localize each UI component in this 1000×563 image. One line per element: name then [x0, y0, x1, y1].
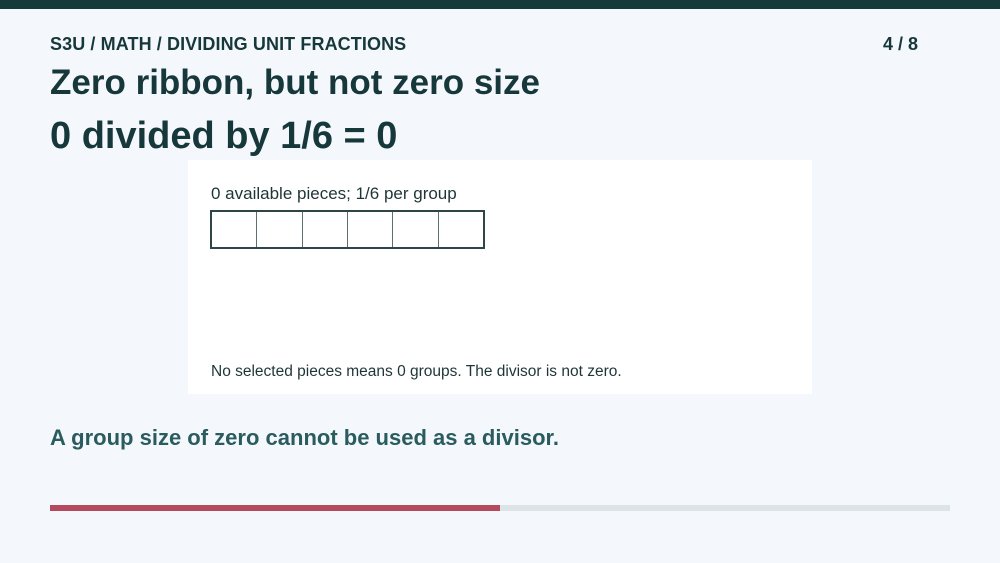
- ribbon-cell[interactable]: [212, 212, 258, 247]
- takeaway-text: A group size of zero cannot be used as a…: [50, 425, 559, 450]
- ribbon-caption: 0 available pieces; 1/6 per group: [211, 184, 457, 203]
- progress-bar: [50, 505, 950, 511]
- breadcrumb: S3U / MATH / DIVIDING UNIT FRACTIONS: [50, 34, 407, 54]
- slide-title: Zero ribbon, but not zero size: [50, 63, 540, 102]
- ribbon-card: 0 available pieces; 1/6 per group No sel…: [188, 160, 812, 394]
- equation: 0 divided by 1/6 = 0: [50, 115, 398, 157]
- ribbon-cell[interactable]: [257, 212, 303, 247]
- top-bar: [0, 0, 1000, 9]
- page-counter: 4 / 8: [882, 34, 918, 54]
- progress-fill: [50, 505, 500, 511]
- ribbon-cell[interactable]: [347, 212, 394, 247]
- ribbon-cell[interactable]: [393, 212, 439, 247]
- ribbon-cell[interactable]: [302, 212, 348, 247]
- fraction-ribbon: [210, 210, 485, 249]
- ribbon-cell[interactable]: [438, 212, 483, 247]
- ribbon-note: No selected pieces means 0 groups. The d…: [211, 363, 622, 380]
